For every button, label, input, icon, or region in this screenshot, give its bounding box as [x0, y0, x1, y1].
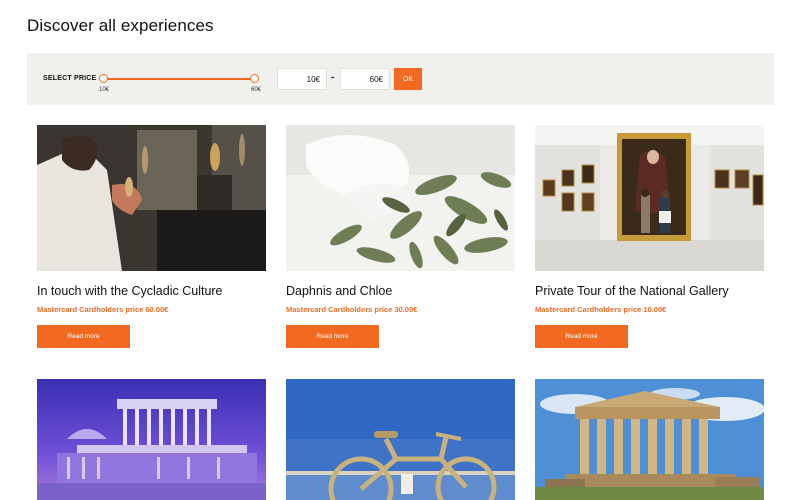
read-more-button[interactable]: Read more	[535, 325, 628, 348]
read-more-button[interactable]: Read more	[286, 325, 379, 348]
bicycle-photo	[286, 379, 515, 500]
slider-min-label: 10€	[99, 87, 110, 93]
slider-max-label: 60€	[250, 87, 261, 93]
parthenon-photo	[535, 379, 764, 500]
experience-card: Private Tour of the National Gallery Mas…	[535, 125, 764, 350]
cycladic-photo	[37, 125, 266, 271]
card-price: Mastercard Cardholders price 30.00€	[286, 305, 418, 314]
read-more-button[interactable]: Read more	[37, 325, 130, 348]
min-price-input[interactable]	[277, 68, 327, 90]
max-price-input[interactable]	[340, 68, 390, 90]
card-image-daphnis[interactable]	[286, 125, 515, 271]
card-image-parthenon[interactable]	[535, 379, 764, 500]
card-image-gallery[interactable]	[535, 125, 764, 271]
card-image-bicycle[interactable]	[286, 379, 515, 500]
leaves-photo	[286, 125, 515, 271]
temple-night-photo	[37, 379, 266, 500]
card-title[interactable]: In touch with the Cycladic Culture	[37, 284, 223, 298]
price-filter-bar: SELECT PRICE 10€ 60€ - OK	[27, 53, 774, 105]
experience-card: In touch with the Cycladic Culture Maste…	[37, 125, 266, 350]
experience-card: Daphnis and Chloe Mastercard Cardholders…	[286, 125, 515, 350]
price-range-slider[interactable]: 10€ 60€	[99, 71, 261, 93]
card-image-cycladic[interactable]	[37, 125, 266, 271]
card-price: Mastercard Cardholders price 10.00€	[535, 305, 667, 314]
card-title[interactable]: Private Tour of the National Gallery	[535, 284, 729, 298]
card-price: Mastercard Cardholders price 60.00€	[37, 305, 169, 314]
card-title[interactable]: Daphnis and Chloe	[286, 284, 392, 298]
card-image-temple-night[interactable]	[37, 379, 266, 500]
page-title: Discover all experiences	[27, 16, 214, 35]
select-price-label: SELECT PRICE	[43, 75, 97, 82]
range-separator: -	[331, 72, 335, 83]
slider-track	[103, 78, 255, 80]
gallery-photo	[535, 125, 764, 271]
slider-min-handle[interactable]	[99, 74, 108, 83]
ok-button[interactable]: OK	[394, 68, 422, 90]
slider-max-handle[interactable]	[250, 74, 259, 83]
